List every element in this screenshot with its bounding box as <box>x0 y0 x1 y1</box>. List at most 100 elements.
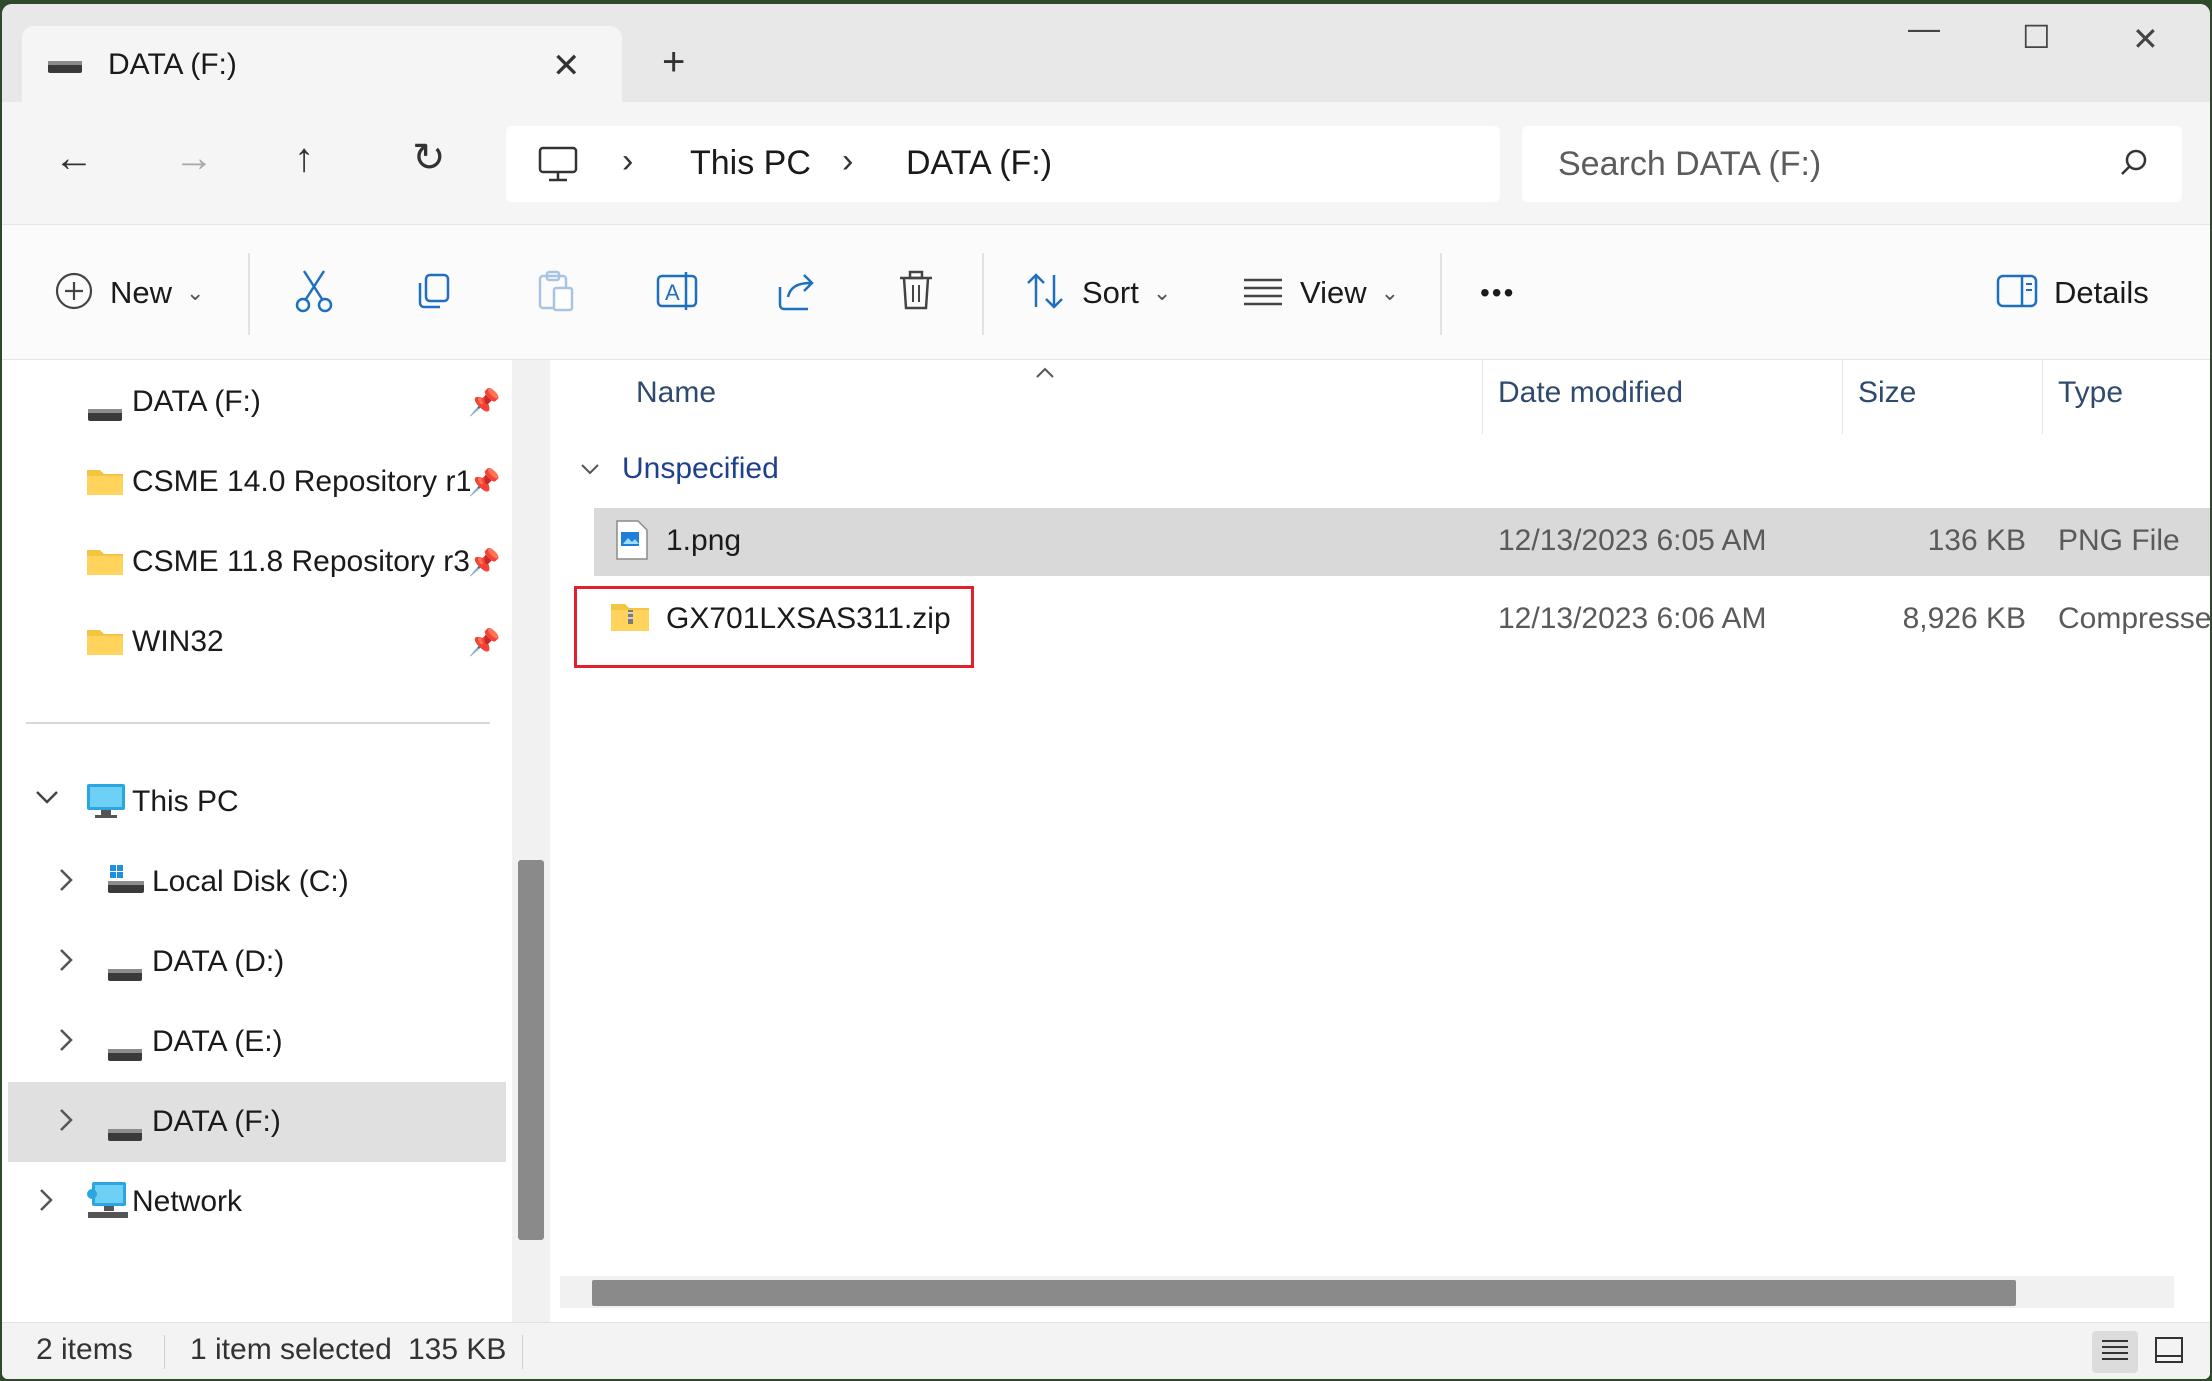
column-header-type[interactable]: Type <box>2058 376 2123 410</box>
file-list: Name Date modified Size Type Unspecified… <box>554 360 2210 1322</box>
paste-icon <box>536 270 576 317</box>
details-pane-button[interactable]: Details <box>1996 267 2149 319</box>
breadcrumb-separator[interactable]: › <box>622 142 633 181</box>
sidebar-item-network[interactable]: Network <box>2 1162 512 1242</box>
rename-button[interactable]: A <box>656 267 698 319</box>
pin-icon[interactable]: 📌 <box>468 627 500 658</box>
windows-drive-icon <box>108 864 144 902</box>
sidebar-item-this-pc[interactable]: This PC <box>2 762 512 842</box>
column-divider[interactable] <box>1482 360 1483 434</box>
column-header-name[interactable]: Name <box>636 376 716 410</box>
chevron-right-icon[interactable] <box>36 1186 56 1221</box>
delete-button[interactable] <box>896 267 936 319</box>
new-button[interactable]: New ⌄ <box>54 267 204 319</box>
drive-icon <box>108 1116 142 1150</box>
details-pane-icon <box>1996 274 2038 313</box>
tiles-view-button[interactable] <box>2146 1331 2192 1373</box>
column-header-date[interactable]: Date modified <box>1498 376 1683 410</box>
status-bar: 2 items 1 item selected 135 KB <box>2 1322 2210 1379</box>
sort-button[interactable]: Sort ⌄ <box>1024 267 1171 319</box>
column-divider[interactable] <box>1842 360 1843 434</box>
pin-icon[interactable]: 📌 <box>468 547 500 578</box>
drive-icon <box>108 956 142 990</box>
sidebar-item-label: DATA (D:) <box>152 945 285 978</box>
status-divider <box>522 1335 523 1369</box>
horizontal-scrollbar[interactable] <box>560 1276 2174 1308</box>
nav-scrollbar-thumb[interactable] <box>518 860 544 1240</box>
back-button[interactable]: ← <box>54 138 94 178</box>
group-header-unspecified[interactable]: Unspecified <box>580 452 779 486</box>
status-selected: 1 item selected <box>190 1333 392 1366</box>
file-date: 12/13/2023 6:06 AM <box>1498 602 1767 635</box>
quick-access-item[interactable]: DATA (F:) 📌 <box>2 362 512 442</box>
drive-icon <box>108 1036 142 1070</box>
column-divider[interactable] <box>2042 360 2043 434</box>
close-window-button[interactable]: ✕ <box>2132 20 2159 58</box>
command-bar: New ⌄ A Sort ⌄ View ⌄ ••• Details <box>2 224 2210 360</box>
sidebar-item-data-d[interactable]: DATA (D:) <box>2 922 512 1002</box>
breadcrumb-this-pc[interactable]: This PC <box>690 144 811 183</box>
quick-access-item[interactable]: CSME 14.0 Repository r14 📌 <box>2 442 512 522</box>
address-bar[interactable]: › This PC › DATA (F:) <box>506 126 1500 202</box>
quick-access-item[interactable]: CSME 11.8 Repository r39 📌 <box>2 522 512 602</box>
pin-icon[interactable]: 📌 <box>468 467 500 498</box>
maximize-button[interactable]: ☐ <box>2022 18 2051 56</box>
tab-close-icon[interactable]: ✕ <box>552 46 581 86</box>
pin-icon[interactable]: 📌 <box>468 387 500 418</box>
chevron-right-icon[interactable] <box>56 1106 76 1141</box>
file-type: PNG File <box>2058 524 2180 557</box>
breadcrumb-data-f[interactable]: DATA (F:) <box>906 144 1052 183</box>
more-options-button[interactable]: ••• <box>1480 267 1515 319</box>
title-bar: DATA (F:) ✕ + — ☐ ✕ <box>2 4 2210 102</box>
chevron-down-icon: ⌄ <box>1152 280 1172 305</box>
details-view-icon <box>2100 1337 2130 1368</box>
address-row: ← → ↑ ↻ › This PC › DATA (F:) Search DAT… <box>2 102 2210 224</box>
horizontal-scrollbar-thumb[interactable] <box>592 1280 2016 1306</box>
view-label: View <box>1300 275 1367 310</box>
refresh-button[interactable]: ↻ <box>412 138 446 178</box>
quick-access-label: CSME 14.0 Repository r14 <box>132 465 470 498</box>
nav-divider <box>26 722 490 724</box>
toolbar-divider <box>248 253 250 335</box>
tab-data-f[interactable]: DATA (F:) ✕ <box>22 26 622 102</box>
chevron-right-icon[interactable] <box>56 946 76 981</box>
sidebar-item-label: Network <box>132 1185 243 1218</box>
quick-access-item[interactable]: WIN32 📌 <box>2 602 512 682</box>
this-pc-icon <box>86 782 126 828</box>
minimize-button[interactable]: — <box>1908 10 1940 47</box>
forward-button[interactable]: → <box>174 138 214 178</box>
view-list-icon <box>1242 276 1284 311</box>
trash-icon <box>896 270 936 317</box>
share-button[interactable] <box>776 267 818 319</box>
folder-icon <box>86 546 124 584</box>
sidebar-item-label: DATA (F:) <box>152 1105 281 1138</box>
chevron-right-icon[interactable] <box>56 1026 76 1061</box>
up-button[interactable]: ↑ <box>294 138 314 178</box>
copy-button[interactable] <box>414 267 454 319</box>
highlight-annotation-box <box>574 586 974 668</box>
nav-scrollbar[interactable] <box>512 360 550 1322</box>
view-button[interactable]: View ⌄ <box>1242 267 1399 319</box>
search-icon[interactable] <box>2118 146 2152 185</box>
chevron-down-icon[interactable] <box>34 784 60 817</box>
rename-icon: A <box>656 270 698 317</box>
drive-icon <box>48 60 82 79</box>
chevron-down-icon: ⌄ <box>186 280 205 305</box>
chevron-right-icon[interactable] <box>56 866 76 901</box>
quick-access-label: CSME 11.8 Repository r39 <box>132 545 470 578</box>
copy-icon <box>414 271 454 316</box>
sidebar-item-local-disk-c[interactable]: Local Disk (C:) <box>2 842 512 922</box>
file-row[interactable]: 1.png 12/13/2023 6:05 AM 136 KB PNG File <box>594 508 2210 576</box>
cut-button[interactable] <box>294 267 334 319</box>
sidebar-item-label: Local Disk (C:) <box>152 865 349 898</box>
new-tab-button[interactable]: + <box>662 42 685 82</box>
search-placeholder: Search DATA (F:) <box>1558 145 1822 183</box>
paste-button[interactable] <box>536 267 576 319</box>
sidebar-item-data-e[interactable]: DATA (E:) <box>2 1002 512 1082</box>
details-view-button[interactable] <box>2092 1331 2138 1373</box>
breadcrumb-separator[interactable]: › <box>842 142 853 181</box>
search-input[interactable]: Search DATA (F:) <box>1522 126 2182 202</box>
sidebar-item-data-f[interactable]: DATA (F:) <box>8 1082 506 1162</box>
column-header-size[interactable]: Size <box>1858 376 1916 410</box>
monitor-icon[interactable] <box>538 146 578 189</box>
